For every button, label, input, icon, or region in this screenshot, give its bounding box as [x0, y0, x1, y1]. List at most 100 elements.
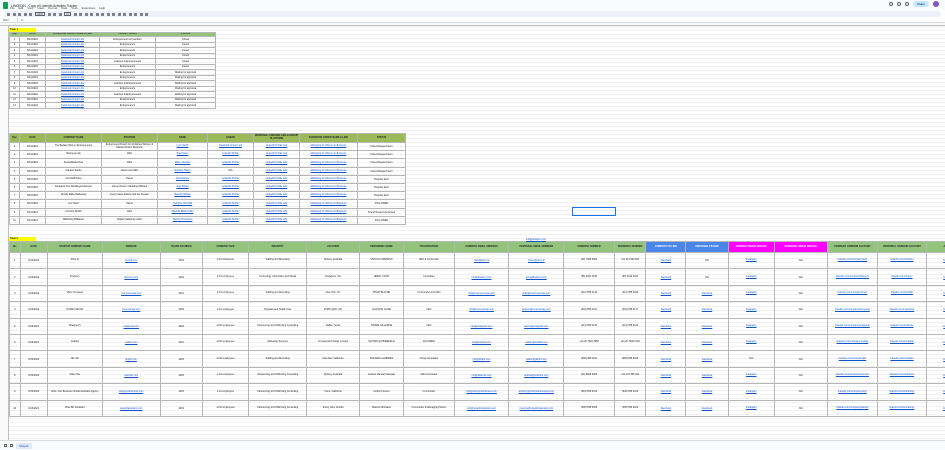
cell[interactable]: 8 — [9, 366, 21, 385]
link-cell[interactable]: linkedin.com/in/maurice — [877, 399, 927, 417]
link-cell[interactable]: Janet Evans — [157, 174, 208, 184]
strikethrough-icon[interactable] — [84, 12, 88, 16]
cell[interactable]: 8 — [9, 199, 20, 209]
share-button[interactable]: Share — [912, 1, 929, 7]
cell[interactable]: Friend Request Sent — [357, 158, 406, 168]
link-cell[interactable]: wrappeds.com — [101, 317, 161, 335]
header-cell[interactable]: PERSONAL FB LINK — [685, 241, 729, 253]
link-cell[interactable]: linkedin.com/company/wrappeds — [826, 317, 879, 335]
cell[interactable]: 13 — [9, 102, 20, 109]
cell[interactable]: +61 413 999 820 — [613, 251, 647, 270]
cell[interactable]: 8/13/2024 — [19, 301, 48, 319]
search-icon[interactable] — [7, 12, 10, 16]
comment-add-icon[interactable] — [128, 12, 132, 16]
header-cell[interactable]: PERSONAL NUMBER — [613, 241, 647, 253]
cell[interactable]: 8/12/2024 — [19, 141, 46, 152]
cell[interactable]: JACKSON LOWE — [358, 301, 405, 319]
link-cell[interactable]: shaun@plum.ai — [508, 251, 565, 270]
link-cell[interactable]: homecamap.com — [101, 301, 161, 319]
cell[interactable]: (503) 555 0101 — [563, 301, 615, 319]
merge-icon[interactable] — [106, 12, 110, 16]
link-cell[interactable]: Judy Fisher — [157, 182, 208, 193]
menu-data[interactable]: Data — [61, 6, 67, 10]
cell[interactable]: Simply Make Marketing — [45, 191, 102, 201]
link-cell[interactable]: Facebook — [645, 350, 687, 368]
link-cell[interactable]: LinkedIn Profile — [207, 207, 254, 217]
cell[interactable]: N/A — [773, 383, 828, 401]
cell[interactable]: 9 — [9, 207, 20, 217]
avatar[interactable] — [933, 1, 939, 7]
link-cell[interactable]: linkedin — [925, 383, 945, 401]
link-cell[interactable]: Facebook — [685, 366, 729, 385]
link-cell[interactable]: Facebook Group Link — [207, 141, 254, 152]
cell[interactable]: Technology, Information and Media — [248, 268, 308, 286]
cell[interactable]: SHAUN CUMMINGS — [358, 251, 405, 270]
cell[interactable]: 8/13/2024 — [19, 366, 48, 385]
link-cell[interactable]: tannie@wrappeds.com — [508, 317, 565, 335]
link-cell[interactable]: LinkedIn Profile Link — [253, 215, 300, 225]
cell[interactable]: Hospitals and Health Care — [248, 301, 308, 319]
link-cell[interactable]: LinkedIn Profile Link — [253, 182, 300, 193]
link-cell[interactable]: Brandy Holiday — [157, 191, 208, 201]
cell[interactable]: Request Sent — [357, 174, 406, 184]
link-cell[interactable]: jerry@fireberry.com — [508, 268, 565, 286]
link-icon[interactable] — [123, 12, 127, 16]
row-headers[interactable] — [0, 26, 9, 440]
link-cell[interactable]: LinkedIn Profile Link — [253, 141, 300, 152]
cell[interactable]: Dallas, Texas — [306, 317, 360, 335]
cell[interactable]: CEO & Co-founder — [403, 251, 455, 270]
cell[interactable]: WALKER LLANDRES — [358, 350, 405, 368]
print-icon[interactable] — [23, 12, 27, 16]
task2-label[interactable]: Task 2 — [9, 237, 36, 241]
link-cell[interactable]: linkedin — [925, 284, 945, 303]
cell[interactable]: 11-50 employees — [201, 350, 250, 368]
cell[interactable]: Wise Hire — [46, 366, 103, 385]
link-cell[interactable]: Facebook Group Link — [45, 102, 100, 109]
header-cell[interactable]: STARTUP COMPANY NAME — [46, 241, 103, 253]
cell[interactable]: Friend Request Sent — [357, 141, 406, 152]
link-cell[interactable]: jackson@homecamap.com — [508, 301, 565, 319]
cell[interactable]: 8/13/2024 — [19, 251, 48, 270]
cell[interactable]: 8/12/2024 — [19, 207, 46, 217]
cell[interactable]: 1 — [9, 141, 20, 152]
redo-icon[interactable] — [18, 12, 21, 16]
cell[interactable]: 3 — [9, 158, 20, 168]
link-cell[interactable]: Facebook — [645, 268, 687, 286]
cell[interactable]: 11-50 employees — [201, 399, 250, 417]
cell[interactable]: 8/12/2024 — [19, 102, 46, 109]
zoom-select[interactable]: 100% — [34, 12, 46, 16]
link-cell[interactable]: Marketing for Women in Business — [299, 141, 358, 152]
link-cell[interactable]: mumoverseas.com — [101, 284, 161, 303]
cell[interactable]: Friend Request Sent — [357, 150, 406, 160]
header-cell[interactable]: LOCATION — [306, 241, 360, 253]
link-cell[interactable]: linkedin.com/in/shaun — [877, 251, 927, 270]
cell[interactable]: (650) 555 0166 — [613, 350, 647, 368]
cell[interactable]: 2019 — [159, 399, 203, 417]
cell[interactable]: PHILIP BLAYNE — [358, 284, 405, 303]
cell[interactable]: N/A — [773, 251, 828, 270]
header-cell[interactable]: COMPANY MEDIA DETAILS — [727, 241, 775, 253]
cell[interactable]: 7 — [9, 191, 20, 201]
cell[interactable]: 8/12/2024 — [19, 174, 46, 184]
cell[interactable]: CEO — [403, 301, 455, 319]
menu-help[interactable]: Help — [99, 6, 105, 10]
link-cell[interactable]: info@jibrjibr.com — [453, 350, 510, 368]
bold-icon[interactable] — [73, 12, 77, 16]
cell[interactable]: A Group Studio — [45, 207, 102, 217]
link-cell[interactable]: Facebook — [645, 317, 687, 335]
cell[interactable]: N/A — [773, 350, 828, 368]
cell[interactable]: Entrepreneurs — [99, 102, 156, 109]
link-cell[interactable]: linkedin — [925, 366, 945, 385]
cell[interactable]: 3 — [9, 284, 21, 303]
cell[interactable]: 2022 — [159, 317, 203, 335]
link-cell[interactable]: linkedin — [925, 399, 945, 417]
cell[interactable]: 2-10 employees — [201, 301, 250, 319]
link-cell[interactable]: LinkedIn Profile — [207, 174, 254, 184]
cell[interactable]: 8/13/2024 — [19, 383, 48, 401]
header-cell[interactable]: COMPANY NAME — [45, 133, 102, 143]
link-cell[interactable]: Marketing for Women in Business — [299, 166, 358, 176]
cell[interactable]: Friend Request Accepted — [357, 207, 406, 217]
align-icon[interactable] — [112, 12, 116, 16]
link-cell[interactable]: LinkedIn Profile Link — [253, 174, 300, 184]
link-cell[interactable]: linkedin.com/in/jackson — [877, 301, 927, 319]
